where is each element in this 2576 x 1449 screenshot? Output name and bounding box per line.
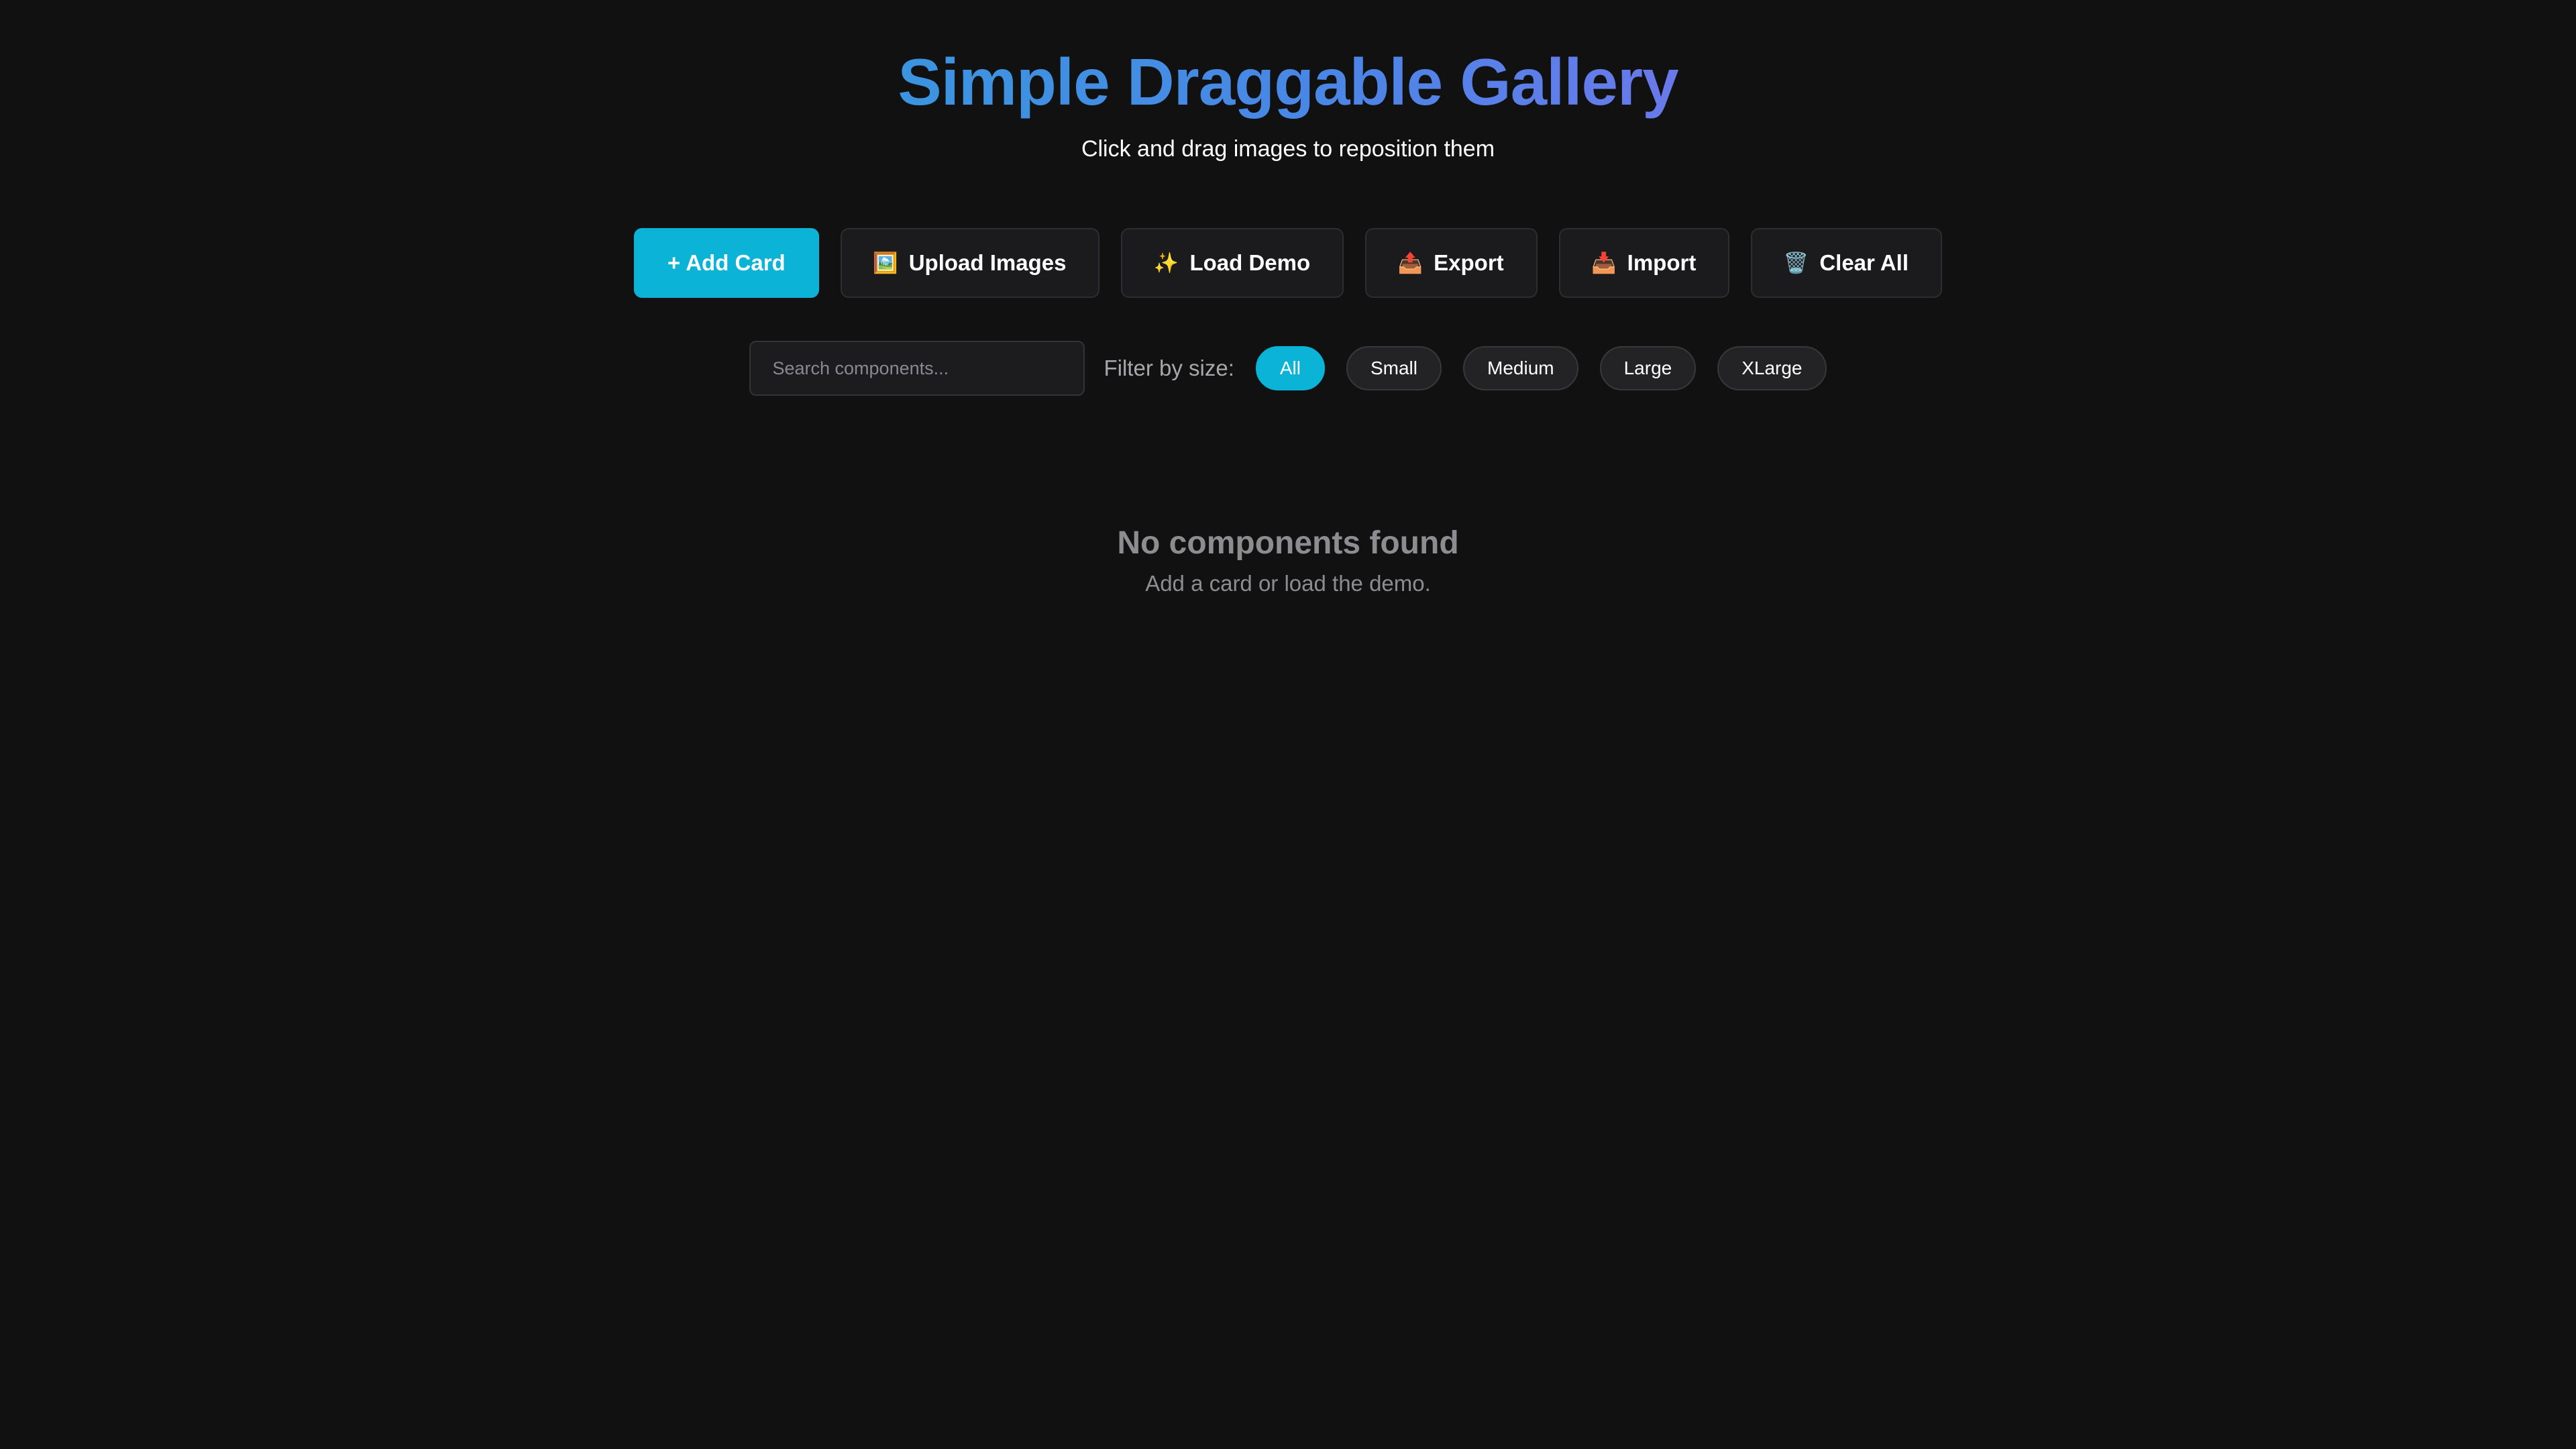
size-filter-xlarge[interactable]: XLarge: [1717, 346, 1827, 390]
sparkles-icon: ✨: [1153, 252, 1179, 274]
filter-by-size-label: Filter by size:: [1104, 356, 1234, 380]
import-button[interactable]: 📥 Import: [1558, 228, 1730, 298]
page-header: Simple Draggable Gallery Click and drag …: [0, 39, 2576, 164]
toolbar: + Add Card 🖼️ Upload Images ✨ Load Demo …: [0, 228, 2576, 298]
empty-state-title: No components found: [1117, 525, 1459, 561]
page-title: Simple Draggable Gallery: [898, 39, 1678, 125]
clear-all-button[interactable]: 🗑️ Clear All: [1751, 228, 1942, 298]
page-subtitle: Click and drag images to reposition them: [1081, 136, 1495, 162]
empty-state: No components found Add a card or load t…: [0, 523, 2576, 598]
gallery-page: Simple Draggable Gallery Click and drag …: [0, 0, 2576, 1449]
add-card-button[interactable]: + Add Card: [634, 228, 819, 298]
size-filter-small[interactable]: Small: [1346, 346, 1442, 390]
load-demo-label: Load Demo: [1189, 250, 1311, 275]
export-label: Export: [1434, 250, 1504, 275]
framed-picture-icon: 🖼️: [873, 252, 898, 274]
filter-bar: Filter by size: All Small Medium Large X…: [0, 341, 2576, 396]
size-filter-large[interactable]: Large: [1599, 346, 1697, 390]
trash-icon: 🗑️: [1783, 252, 1809, 274]
upload-images-label: Upload Images: [908, 250, 1067, 275]
size-filter-medium[interactable]: Medium: [1463, 346, 1578, 390]
outbox-tray-icon: 📤: [1397, 252, 1423, 274]
add-card-label: + Add Card: [667, 250, 786, 275]
upload-images-button[interactable]: 🖼️ Upload Images: [840, 228, 1100, 298]
inbox-tray-icon: 📥: [1591, 252, 1617, 274]
search-input[interactable]: [749, 341, 1085, 396]
load-demo-button[interactable]: ✨ Load Demo: [1121, 228, 1344, 298]
import-label: Import: [1627, 250, 1697, 275]
export-button[interactable]: 📤 Export: [1365, 228, 1538, 298]
size-filter-all[interactable]: All: [1255, 346, 1325, 390]
empty-state-subtitle: Add a card or load the demo.: [1145, 571, 1431, 596]
clear-all-label: Clear All: [1819, 250, 1909, 275]
